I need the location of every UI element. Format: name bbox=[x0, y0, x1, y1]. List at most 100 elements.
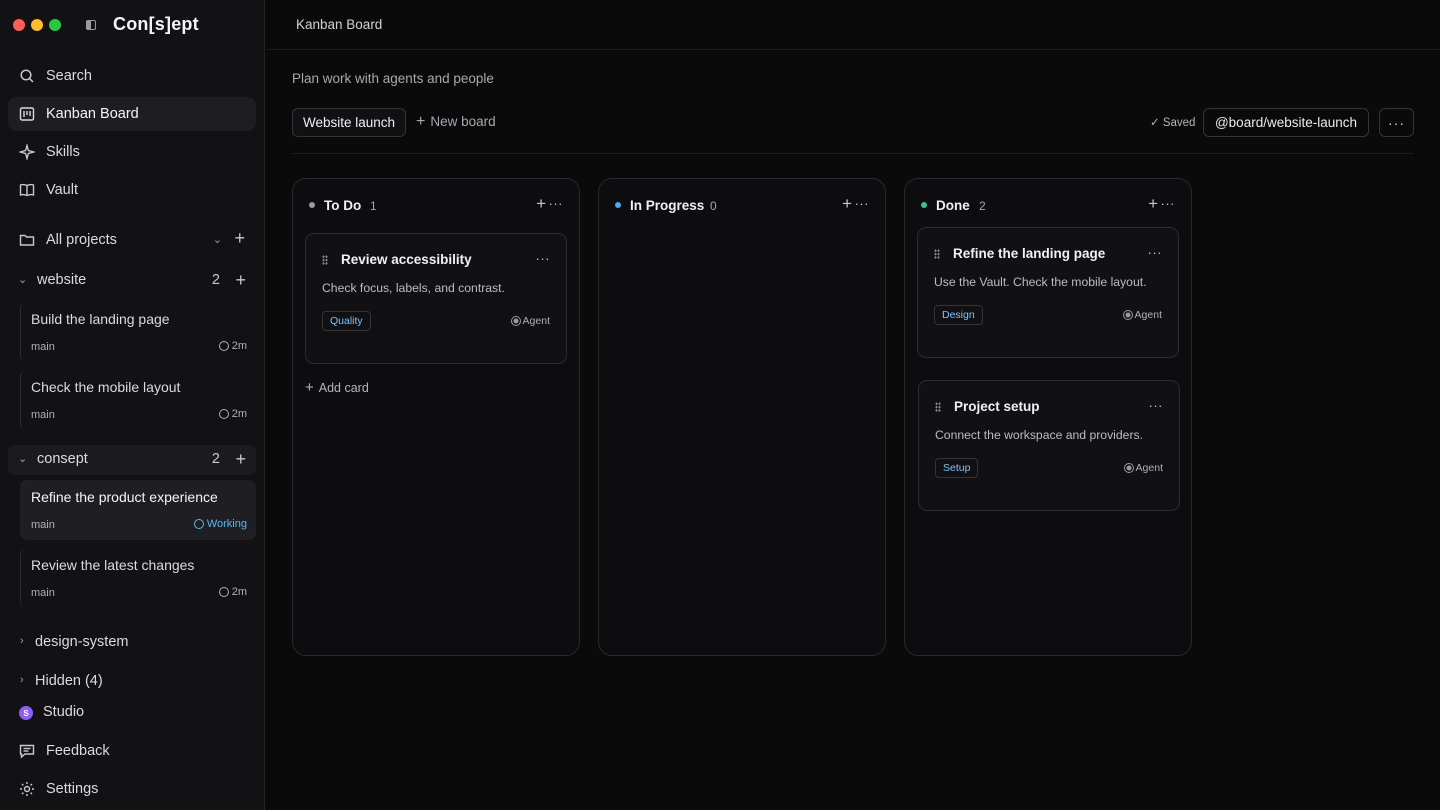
column-todo: To Do 1 + ··· Review accessibility ··· C… bbox=[292, 178, 580, 656]
add-card-button[interactable]: + Add card bbox=[305, 379, 369, 396]
card-assignee-label: Agent bbox=[1135, 462, 1163, 474]
nav-skills[interactable]: Skills bbox=[8, 135, 256, 169]
nav-feedback-label: Feedback bbox=[46, 743, 110, 759]
nav-search[interactable]: Search bbox=[8, 59, 256, 93]
project-group-consept[interactable]: ⌄ consept 2 + bbox=[8, 445, 256, 475]
more-icon[interactable]: ··· bbox=[1161, 196, 1176, 211]
more-icon[interactable]: ··· bbox=[855, 196, 870, 211]
nav-kanban-board[interactable]: Kanban Board bbox=[8, 97, 256, 131]
column-title: In Progress bbox=[630, 198, 705, 213]
nav-settings-label: Settings bbox=[46, 781, 99, 797]
close-window-button[interactable] bbox=[13, 19, 25, 31]
more-icon[interactable]: ··· bbox=[549, 196, 564, 211]
card-assignee-label: Agent bbox=[522, 315, 550, 327]
drag-handle-icon[interactable] bbox=[935, 402, 941, 412]
kanban-card[interactable]: Refine the landing page ··· Use the Vaul… bbox=[917, 227, 1179, 358]
all-projects-row[interactable]: All projects ⌄ + bbox=[8, 223, 256, 257]
project-group-label: consept bbox=[37, 451, 88, 467]
thread-status-text: 2m bbox=[231, 586, 247, 598]
column-count: 0 bbox=[710, 199, 717, 213]
card-tag: Design bbox=[934, 305, 983, 325]
column-done: Done 2 + ··· Refine the landing page ···… bbox=[904, 178, 1192, 656]
add-card-icon[interactable]: + bbox=[1148, 194, 1158, 214]
board-tab-website-launch[interactable]: Website launch bbox=[292, 108, 407, 137]
thread-status: 2m bbox=[218, 408, 247, 420]
column-status-dot bbox=[615, 202, 621, 208]
chevron-right-icon[interactable]: › bbox=[20, 635, 30, 647]
add-card-icon[interactable]: + bbox=[842, 194, 852, 214]
column-status-dot bbox=[309, 202, 315, 208]
window-controls bbox=[13, 19, 61, 31]
spinner-icon bbox=[193, 519, 204, 529]
thread-branch: main bbox=[31, 341, 55, 353]
thread-item[interactable]: Build the landing page main 2m bbox=[20, 302, 256, 362]
minimize-window-button[interactable] bbox=[31, 19, 43, 31]
add-project-icon[interactable]: + bbox=[234, 228, 245, 249]
nav-settings[interactable]: Settings bbox=[8, 772, 256, 806]
saved-status: ✓ Saved bbox=[1150, 117, 1196, 129]
all-projects-label: All projects bbox=[46, 232, 117, 248]
kanban-card[interactable]: Project setup ··· Connect the workspace … bbox=[918, 380, 1180, 511]
thread-branch: main bbox=[31, 519, 55, 531]
kanban-card[interactable]: Review accessibility ··· Check focus, la… bbox=[305, 233, 567, 364]
sidebar: Con[s]ept Search Kanban Board Skills Vau… bbox=[0, 0, 265, 810]
nav-search-label: Search bbox=[46, 68, 92, 84]
clock-icon bbox=[218, 341, 229, 351]
card-assignee-label: Agent bbox=[1134, 309, 1162, 321]
thread-item[interactable]: Review the latest changes main 2m bbox=[20, 548, 256, 608]
more-icon[interactable]: ··· bbox=[1148, 245, 1163, 260]
thread-branch: main bbox=[31, 409, 55, 421]
app-brand: Con[s]ept bbox=[113, 14, 199, 34]
top-bar: Kanban Board bbox=[266, 0, 1440, 50]
studio-label[interactable]: Studio bbox=[43, 704, 84, 720]
board-more-button[interactable]: ··· bbox=[1379, 108, 1414, 137]
new-board-label: New board bbox=[430, 114, 496, 129]
thread-title: Refine the product experience bbox=[31, 489, 218, 505]
message-icon bbox=[19, 743, 35, 759]
maximize-window-button[interactable] bbox=[49, 19, 61, 31]
nav-vault-label: Vault bbox=[46, 182, 78, 198]
thread-item-selected[interactable]: Refine the product experience main Worki… bbox=[20, 480, 256, 540]
project-group-design-system[interactable]: › design-system bbox=[8, 628, 256, 658]
chevron-down-icon[interactable]: ⌄ bbox=[18, 453, 28, 465]
project-group-website[interactable]: ⌄ website 2 + bbox=[8, 266, 256, 296]
nav-feedback[interactable]: Feedback bbox=[8, 734, 256, 768]
plus-icon: + bbox=[305, 379, 314, 396]
more-icon[interactable]: ··· bbox=[536, 251, 551, 266]
column-status-dot bbox=[921, 202, 927, 208]
card-description: Use the Vault. Check the mobile layout. bbox=[934, 275, 1147, 289]
column-header: To Do 1 + ··· bbox=[293, 179, 579, 233]
chevron-down-icon[interactable]: ⌄ bbox=[213, 233, 222, 246]
add-thread-icon[interactable]: + bbox=[235, 449, 246, 469]
search-icon bbox=[19, 68, 35, 84]
thread-status-text: Working bbox=[206, 518, 247, 530]
add-thread-icon[interactable]: + bbox=[235, 270, 246, 290]
column-count: 2 bbox=[979, 199, 986, 213]
hidden-projects-row[interactable]: › Hidden (4) bbox=[8, 667, 256, 697]
drag-handle-icon[interactable] bbox=[934, 249, 940, 259]
card-title: Project setup bbox=[954, 399, 1040, 414]
project-group-label: website bbox=[37, 272, 87, 288]
toolbar-divider bbox=[292, 153, 1414, 154]
kanban-icon bbox=[19, 106, 35, 122]
nav-vault[interactable]: Vault bbox=[8, 173, 256, 207]
new-board-button[interactable]: + New board bbox=[416, 113, 496, 129]
more-icon[interactable]: ··· bbox=[1149, 398, 1164, 413]
chevron-right-icon[interactable]: › bbox=[20, 674, 30, 686]
thread-title: Build the landing page bbox=[31, 311, 170, 327]
thread-status: Working bbox=[193, 518, 247, 530]
agent-icon bbox=[1123, 311, 1132, 319]
thread-branch: main bbox=[31, 587, 55, 599]
thread-status: 2m bbox=[218, 340, 247, 352]
board-handle-button[interactable]: @board/website-launch bbox=[1203, 108, 1369, 137]
sidebar-toggle-icon[interactable] bbox=[86, 20, 96, 30]
book-icon bbox=[19, 182, 35, 198]
add-card-icon[interactable]: + bbox=[536, 194, 546, 214]
chevron-down-icon[interactable]: ⌄ bbox=[18, 274, 28, 286]
thread-item[interactable]: Check the mobile layout main 2m bbox=[20, 370, 256, 430]
column-count: 1 bbox=[370, 199, 377, 213]
agent-icon bbox=[1124, 464, 1133, 472]
agent-icon bbox=[511, 317, 520, 325]
drag-handle-icon[interactable] bbox=[322, 255, 328, 265]
nav-kanban-label: Kanban Board bbox=[46, 106, 139, 122]
